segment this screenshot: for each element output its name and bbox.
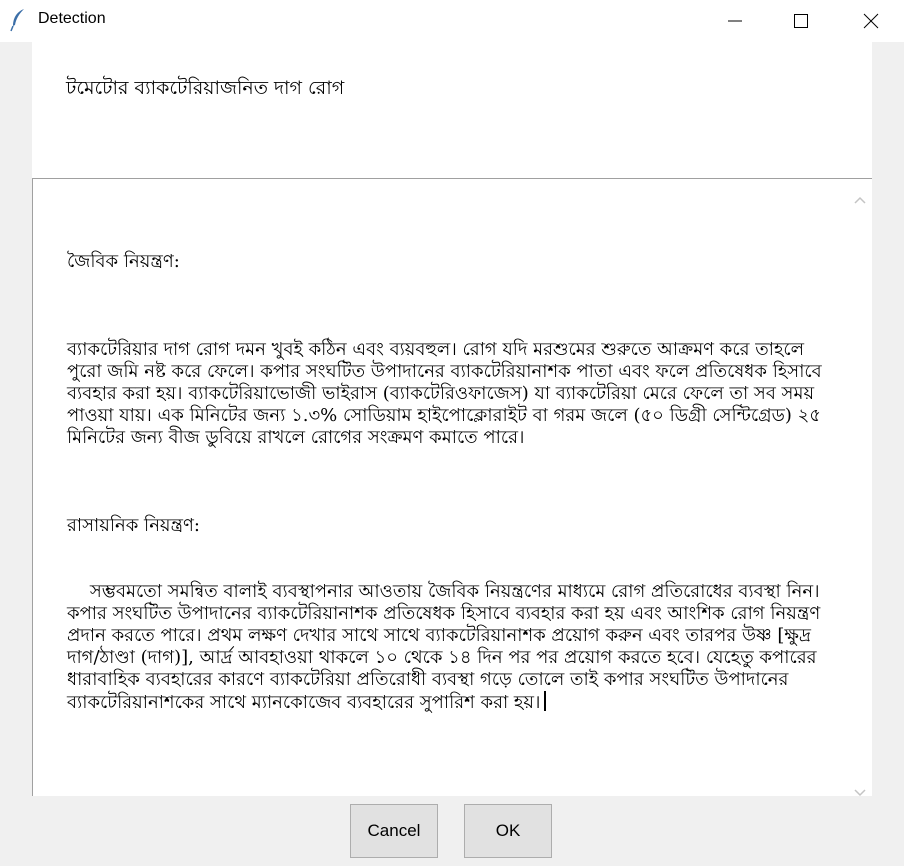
title-bar: Detection (0, 0, 904, 42)
ok-button[interactable]: OK (464, 804, 552, 858)
section-text-chemical: সম্ভবমতো সমন্বিত বালাই ব্যবস্থাপনার আওতা… (67, 581, 826, 713)
feather-icon (10, 8, 28, 32)
section-title-chemical: রাসায়নিক নিয়ন্ত্রণ: (67, 515, 200, 536)
treatment-text-area[interactable]: জৈবিক নিয়ন্ত্রণ: ব্যাকটেরিয়ার দাগ রোগ … (32, 179, 848, 796)
cancel-button[interactable]: Cancel (350, 804, 438, 858)
minimize-icon (728, 20, 742, 22)
minimize-button[interactable] (712, 0, 758, 42)
maximize-icon (794, 14, 808, 28)
close-button[interactable] (848, 0, 894, 42)
text-cursor (544, 691, 547, 711)
close-icon (863, 13, 879, 29)
section-text-biological: ব্যাকটেরিয়ার দাগ রোগ দমন খুবই কঠিন এবং … (67, 339, 828, 448)
scroll-up-icon[interactable] (854, 189, 866, 204)
treatment-text: জৈবিক নিয়ন্ত্রণ: ব্যাকটেরিয়ার দাগ রোগ … (67, 207, 827, 736)
scroll-down-icon[interactable] (854, 782, 866, 797)
window-title: Detection (38, 10, 106, 27)
vertical-scrollbar[interactable] (848, 179, 872, 797)
disease-title: টমেটোর ব্যাকটেরিয়াজনিত দাগ রোগ (66, 77, 345, 99)
maximize-button[interactable] (778, 0, 824, 42)
section-title-biological: জৈবিক নিয়ন্ত্রণ: (67, 251, 180, 272)
disease-heading-box: টমেটোর ব্যাকটেরিয়াজনিত দাগ রোগ (32, 42, 872, 179)
